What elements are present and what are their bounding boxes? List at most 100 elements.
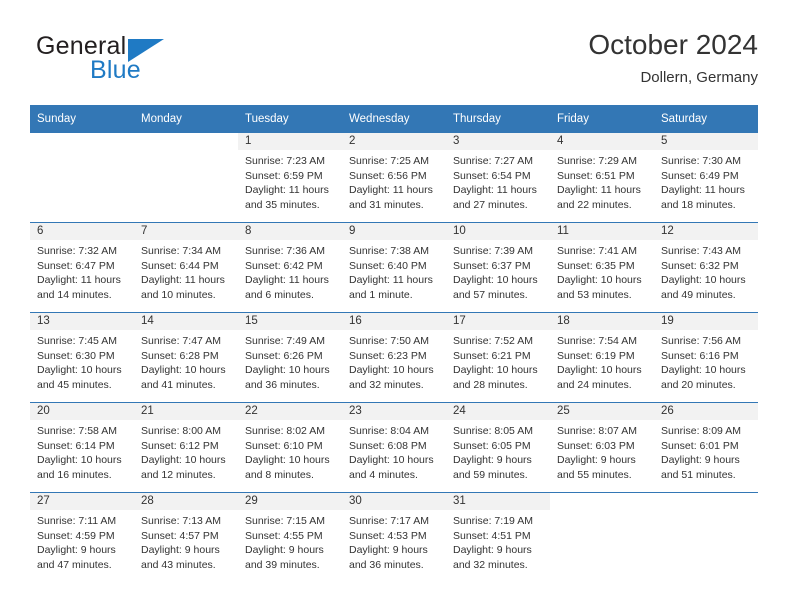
title-block: October 2024 Dollern, Germany	[588, 28, 758, 89]
day-details: Sunrise: 7:17 AM Sunset: 4:53 PM Daylight:…	[342, 510, 446, 572]
calendar-day-cell[interactable]: 22 Sunrise: 8:02 AM Sunset: 6:10 PM Dayligh…	[238, 402, 342, 493]
day-detail-line: Daylight: 10 hours	[661, 364, 746, 377]
day-detail-line: and 16 minutes.	[37, 468, 112, 481]
day-number: 7	[134, 223, 238, 240]
general-blue-logo[interactable]: General Blue	[34, 32, 254, 90]
weekday-header-monday: Monday	[134, 105, 238, 133]
day-detail-line: Sunrise: 7:52 AM	[453, 335, 533, 347]
calendar-day-cell[interactable]: 11 Sunrise: 7:41 AM Sunset: 6:35 PM Dayligh…	[550, 222, 654, 313]
calendar-day-cell[interactable]: 26 Sunrise: 8:09 AM Sunset: 6:01 PM Dayligh…	[654, 402, 758, 493]
day-number: 9	[342, 223, 446, 240]
day-detail-line: Daylight: 10 hours	[557, 274, 642, 287]
day-number: 20	[30, 403, 134, 420]
calendar-day-cell[interactable]: 5 Sunrise: 7:30 AM Sunset: 6:49 PM Daylight…	[654, 132, 758, 223]
day-detail-line: Sunrise: 7:19 AM	[453, 515, 533, 527]
day-detail-line: Daylight: 10 hours	[37, 454, 122, 467]
day-detail-line: Sunset: 6:21 PM	[453, 349, 531, 362]
calendar-day-cell[interactable]: 8 Sunrise: 7:36 AM Sunset: 6:42 PM Daylight…	[238, 222, 342, 313]
calendar-day-cell[interactable]: 15 Sunrise: 7:49 AM Sunset: 6:26 PM Dayligh…	[238, 312, 342, 403]
day-detail-line: Daylight: 10 hours	[349, 364, 434, 377]
day-detail-line: Daylight: 10 hours	[37, 364, 122, 377]
day-detail-line: Daylight: 9 hours	[453, 544, 532, 557]
calendar-day-cell[interactable]: 30 Sunrise: 7:17 AM Sunset: 4:53 PM Dayligh…	[342, 492, 446, 582]
day-detail-line: Daylight: 10 hours	[245, 454, 330, 467]
calendar-day-cell[interactable]: 24 Sunrise: 8:05 AM Sunset: 6:05 PM Dayligh…	[446, 402, 550, 493]
day-detail-line: Sunrise: 8:05 AM	[453, 425, 533, 437]
weekday-header-thursday: Thursday	[446, 105, 550, 133]
day-detail-line: Daylight: 11 hours	[661, 184, 745, 197]
day-detail-line: and 24 minutes.	[557, 378, 632, 391]
calendar-day-cell[interactable]: 14 Sunrise: 7:47 AM Sunset: 6:28 PM Dayligh…	[134, 312, 238, 403]
day-detail-line: Sunrise: 7:39 AM	[453, 245, 533, 257]
day-detail-line: and 36 minutes.	[349, 558, 424, 571]
day-number: 25	[550, 403, 654, 420]
day-number: 16	[342, 313, 446, 330]
day-number: 3	[446, 133, 550, 150]
day-details: Sunrise: 8:09 AM Sunset: 6:01 PM Daylight:…	[654, 420, 758, 482]
calendar-day-cell[interactable]: 19 Sunrise: 7:56 AM Sunset: 6:16 PM Dayligh…	[654, 312, 758, 403]
calendar-day-cell[interactable]: 25 Sunrise: 8:07 AM Sunset: 6:03 PM Dayligh…	[550, 402, 654, 493]
calendar-day-cell[interactable]: 21 Sunrise: 8:00 AM Sunset: 6:12 PM Dayligh…	[134, 402, 238, 493]
day-number: 30	[342, 493, 446, 510]
calendar-day-cell[interactable]: 1 Sunrise: 7:23 AM Sunset: 6:59 PM Daylight…	[238, 132, 342, 223]
day-number: 14	[134, 313, 238, 330]
day-detail-line: Daylight: 9 hours	[141, 544, 220, 557]
day-detail-line: Sunset: 6:51 PM	[557, 169, 635, 182]
calendar-day-cell[interactable]: 29 Sunrise: 7:15 AM Sunset: 4:55 PM Dayligh…	[238, 492, 342, 582]
day-detail-line: Sunset: 6:16 PM	[661, 349, 739, 362]
calendar-day-cell[interactable]: 3 Sunrise: 7:27 AM Sunset: 6:54 PM Daylight…	[446, 132, 550, 223]
calendar-day-cell[interactable]: 2 Sunrise: 7:25 AM Sunset: 6:56 PM Daylight…	[342, 132, 446, 223]
day-detail-line: Sunrise: 7:56 AM	[661, 335, 741, 347]
calendar-day-cell[interactable]: 31 Sunrise: 7:19 AM Sunset: 4:51 PM Dayligh…	[446, 492, 550, 582]
day-detail-line: Sunrise: 7:50 AM	[349, 335, 429, 347]
day-number: 24	[446, 403, 550, 420]
day-detail-line: and 22 minutes.	[557, 198, 632, 211]
calendar-day-cell[interactable]: 27 Sunrise: 7:11 AM Sunset: 4:59 PM Dayligh…	[30, 492, 134, 582]
calendar-day-cell[interactable]: 23 Sunrise: 8:04 AM Sunset: 6:08 PM Dayligh…	[342, 402, 446, 493]
page-title: October 2024	[588, 29, 758, 60]
day-detail-line: and 41 minutes.	[141, 378, 216, 391]
calendar-day-cell[interactable]: 18 Sunrise: 7:54 AM Sunset: 6:19 PM Dayligh…	[550, 312, 654, 403]
day-detail-line: Daylight: 11 hours	[349, 274, 433, 287]
calendar-day-cell[interactable]: 6 Sunrise: 7:32 AM Sunset: 6:47 PM Daylight…	[30, 222, 134, 313]
day-details: Sunrise: 7:29 AM Sunset: 6:51 PM Daylight:…	[550, 150, 654, 212]
day-detail-line: and 10 minutes.	[141, 288, 216, 301]
day-number: 29	[238, 493, 342, 510]
day-detail-line: Sunrise: 7:11 AM	[37, 515, 117, 527]
day-details: Sunrise: 7:58 AM Sunset: 6:14 PM Daylight:…	[30, 420, 134, 482]
calendar-day-cell[interactable]: 17 Sunrise: 7:52 AM Sunset: 6:21 PM Dayligh…	[446, 312, 550, 403]
day-detail-line: Daylight: 9 hours	[349, 544, 428, 557]
calendar-day-cell[interactable]: 20 Sunrise: 7:58 AM Sunset: 6:14 PM Dayligh…	[30, 402, 134, 493]
day-details: Sunrise: 8:05 AM Sunset: 6:05 PM Daylight:…	[446, 420, 550, 482]
day-detail-line: Sunrise: 7:58 AM	[37, 425, 117, 437]
day-number: 4	[550, 133, 654, 150]
calendar-week-row: 27 Sunrise: 7:11 AM Sunset: 4:59 PM Dayligh…	[30, 492, 758, 582]
day-detail-line: and 28 minutes.	[453, 378, 528, 391]
calendar-day-cell[interactable]: 28 Sunrise: 7:13 AM Sunset: 4:57 PM Dayligh…	[134, 492, 238, 582]
calendar-empty-cell	[654, 492, 758, 582]
day-detail-line: and 53 minutes.	[557, 288, 632, 301]
calendar-day-cell[interactable]: 10 Sunrise: 7:39 AM Sunset: 6:37 PM Dayligh…	[446, 222, 550, 313]
day-detail-line: Sunrise: 7:47 AM	[141, 335, 221, 347]
day-detail-line: Sunrise: 7:49 AM	[245, 335, 325, 347]
day-detail-line: and 59 minutes.	[453, 468, 528, 481]
calendar-day-cell[interactable]: 16 Sunrise: 7:50 AM Sunset: 6:23 PM Dayligh…	[342, 312, 446, 403]
day-detail-line: and 6 minutes.	[245, 288, 314, 301]
calendar-day-cell[interactable]: 13 Sunrise: 7:45 AM Sunset: 6:30 PM Dayligh…	[30, 312, 134, 403]
day-detail-line: Daylight: 10 hours	[453, 274, 538, 287]
day-number: 8	[238, 223, 342, 240]
calendar-day-cell[interactable]: 9 Sunrise: 7:38 AM Sunset: 6:40 PM Daylight…	[342, 222, 446, 313]
day-details: Sunrise: 7:34 AM Sunset: 6:44 PM Daylight:…	[134, 240, 238, 302]
weekday-header-sunday: Sunday	[30, 105, 134, 133]
day-detail-line: Sunrise: 8:09 AM	[661, 425, 741, 437]
day-detail-line: Daylight: 10 hours	[349, 454, 434, 467]
day-detail-line: Sunrise: 7:13 AM	[141, 515, 221, 527]
calendar-day-cell[interactable]: 7 Sunrise: 7:34 AM Sunset: 6:44 PM Daylight…	[134, 222, 238, 313]
calendar-day-cell[interactable]: 4 Sunrise: 7:29 AM Sunset: 6:51 PM Daylight…	[550, 132, 654, 223]
day-detail-line: Sunset: 4:53 PM	[349, 529, 427, 542]
day-number	[654, 493, 758, 510]
calendar-day-cell[interactable]: 12 Sunrise: 7:43 AM Sunset: 6:32 PM Dayligh…	[654, 222, 758, 313]
day-detail-line: and 49 minutes.	[661, 288, 736, 301]
day-number	[30, 133, 134, 150]
day-number: 11	[550, 223, 654, 240]
